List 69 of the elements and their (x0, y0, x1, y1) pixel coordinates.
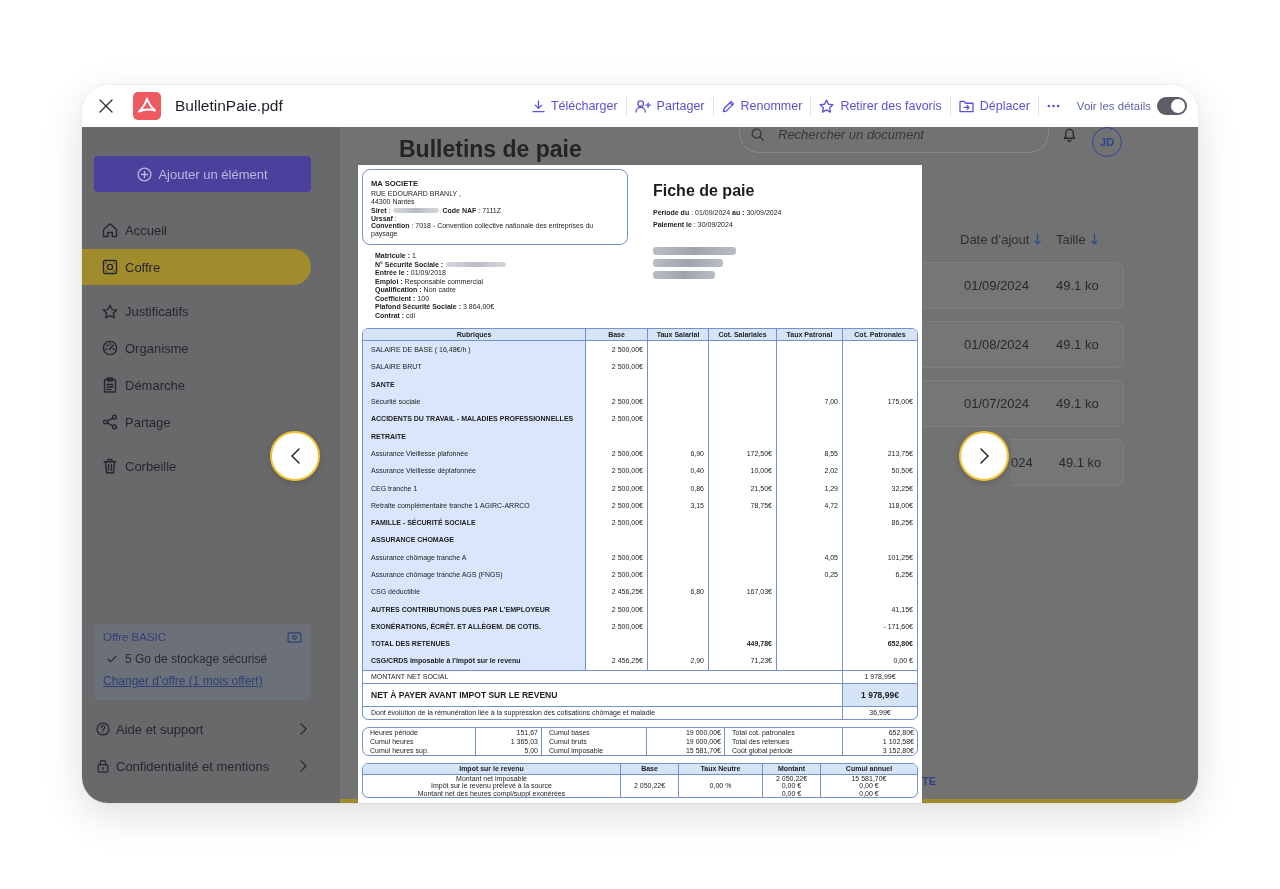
triangle-tile-icon (133, 92, 161, 120)
size-text: 49.1 ko (1056, 396, 1099, 411)
help-link[interactable]: Aide et support (96, 714, 307, 744)
banknote-icon (287, 631, 302, 643)
change-offer-link[interactable]: Changer d’offre (1 mois offert) (103, 674, 263, 688)
download-button[interactable]: Télécharger (531, 99, 618, 113)
offer-title: Offre BASIC (103, 630, 167, 644)
clipboard-icon (102, 377, 118, 393)
page-title: Bulletins de paie (399, 135, 582, 163)
nav-item[interactable]: Justificatifs (82, 293, 195, 329)
unfavorite-button[interactable]: Retirer des favoris (819, 99, 942, 113)
table-cell-text: NET À PAYER AVANT IMPOT SUR LE REVENU (370, 688, 559, 702)
nav-item[interactable]: Organisme (82, 330, 195, 366)
trash-icon (102, 458, 118, 474)
search-icon (751, 128, 764, 141)
file-row[interactable]: 024 49.1 ko (1011, 439, 1124, 486)
file-row[interactable]: 01/08/2024 49.1 ko (922, 321, 1124, 368)
details-label: Voir les détails (1076, 100, 1151, 112)
home-icon (102, 222, 118, 238)
star-icon (102, 303, 118, 319)
chevron-right-icon (979, 448, 989, 464)
date-text: 01/09/2024 (963, 278, 1029, 293)
share-button[interactable]: Partager (634, 99, 705, 113)
nav-item[interactable]: Démarche (82, 367, 191, 403)
size-text: 49.1 ko (1056, 278, 1099, 293)
offer-feature: 5 Go de stockage sécurisé (125, 652, 268, 666)
add-person-icon (634, 99, 651, 113)
bell-icon[interactable] (1062, 127, 1077, 142)
table-cell: 1 978,99€ (842, 683, 917, 706)
chevron-left-icon (290, 448, 300, 464)
column-header[interactable]: Date d’ajout (960, 231, 1030, 247)
date-text: 01/08/2024 (963, 337, 1029, 352)
arrow-down-icon (1034, 233, 1042, 245)
check-icon (107, 655, 117, 663)
nav-item[interactable]: Corbeille (82, 448, 183, 484)
share-icon (102, 414, 118, 430)
plus-circle-icon (137, 166, 153, 182)
folder-icon (958, 99, 974, 113)
chevron-right-icon (300, 723, 307, 735)
star-icon (819, 99, 835, 113)
search-field[interactable]: Rechercher un document (739, 127, 1049, 153)
date-text: 024 (1011, 455, 1033, 470)
safe-icon (102, 259, 118, 275)
size-text: 49.1 ko (1056, 337, 1099, 352)
file-name: BulletinPaie.pdf (175, 97, 283, 115)
more-icon[interactable] (1046, 104, 1060, 108)
lock-icon (96, 759, 110, 773)
gauge-icon (102, 340, 118, 356)
help-icon (96, 722, 110, 736)
add-item-button[interactable]: Ajouter un élément (94, 156, 311, 192)
arrow-down-icon (1090, 233, 1098, 245)
nav-item[interactable]: Accueil (82, 212, 173, 248)
footer-text: TE (922, 774, 937, 788)
pencil-icon (721, 99, 735, 113)
file-row[interactable]: 01/09/2024 49.1 ko (922, 262, 1124, 309)
rename-button[interactable]: Renommer (721, 99, 803, 113)
download-icon (531, 99, 545, 113)
toggle-switch[interactable] (1157, 97, 1187, 115)
file-row[interactable]: 01/07/2024 49.1 ko (922, 380, 1124, 427)
nav-item[interactable]: Coffre (82, 249, 311, 285)
chevron-right-icon (300, 760, 307, 772)
date-text: 01/07/2024 (963, 396, 1029, 411)
close-icon[interactable] (99, 99, 113, 113)
move-button[interactable]: Déplacer (958, 99, 1030, 113)
document-title: Fiche de paie (653, 181, 755, 201)
size-text: 49.1 ko (1058, 455, 1102, 470)
nav-item[interactable]: Partage (82, 404, 177, 440)
column-header[interactable]: Taille (1056, 231, 1086, 247)
privacy-link[interactable]: Confidentialité et mentions (96, 751, 307, 781)
